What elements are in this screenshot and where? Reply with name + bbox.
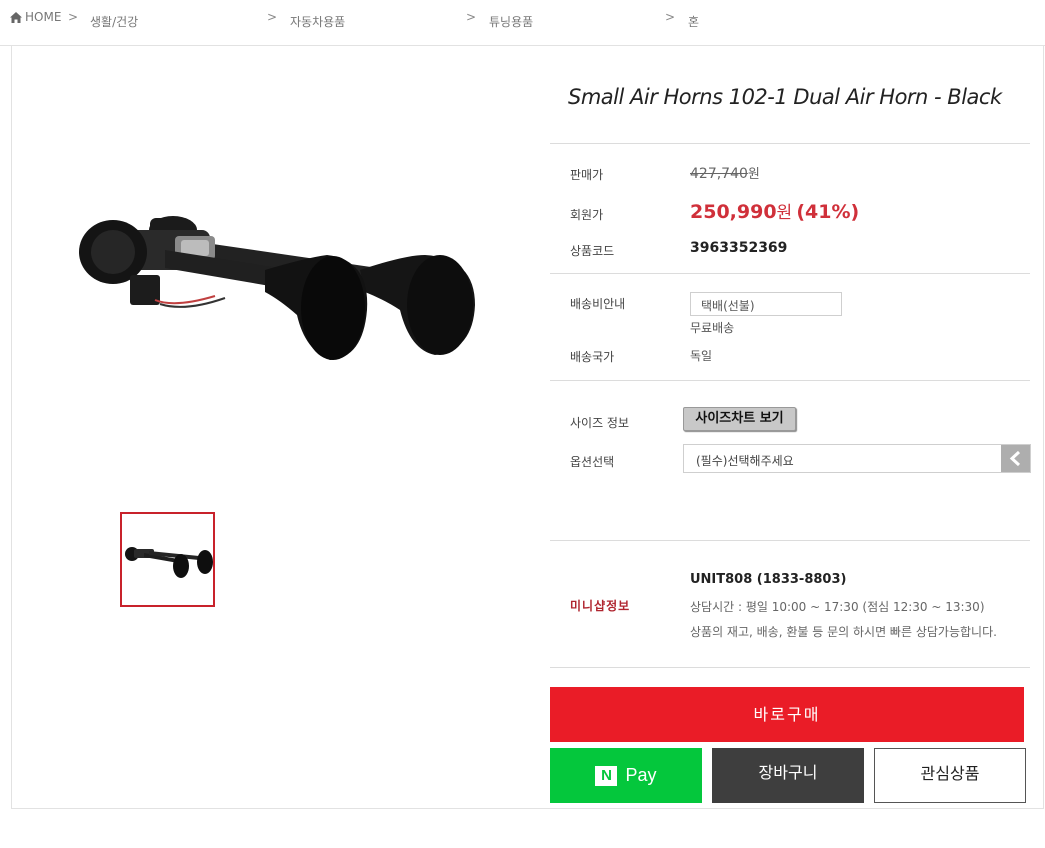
option-select-value: (필수)선택해주세요 [696,454,794,468]
home-icon [10,11,22,23]
divider [550,143,1030,144]
product-title: Small Air Horns 102-1 Dual Air Horn - Bl… [568,85,1002,109]
breadcrumb-item-auto[interactable]: 자동차용품 [290,13,345,30]
option-select[interactable]: (필수)선택해주세요 [683,444,1031,473]
shipping-country-label: 배송국가 [570,350,615,364]
member-price-unit: 원 [776,203,793,223]
breadcrumb-home-label: HOME [25,10,62,24]
shipping-method-select[interactable]: 택배(선불) [690,292,842,316]
breadcrumb-separator: > [665,10,676,24]
naver-logo-icon: N [595,765,618,786]
mini-shop-name: UNIT808 (1833-8803) [690,572,847,587]
breadcrumb-separator: > [267,10,278,24]
breadcrumb-separator: > [466,10,477,24]
product-code: 3963352369 [690,240,788,256]
size-chart-button[interactable]: 사이즈차트 보기 [683,407,796,431]
option-select-label: 옵션선택 [570,455,615,469]
naver-pay-button[interactable]: N Pay [550,748,702,803]
sale-price-label: 판매가 [570,168,604,182]
original-price-unit: 원 [747,167,760,182]
thumbnail-image [125,547,213,578]
chevron-left-icon [1009,451,1021,466]
buy-now-button[interactable]: 바로구매 [550,687,1024,742]
product-code-label: 상품코드 [570,244,615,258]
option-select-toggle[interactable] [1001,445,1030,472]
shipping-fee-text: 무료배송 [690,321,735,335]
breadcrumb-separator: > [68,10,79,24]
divider [550,380,1030,381]
breadcrumb-item-tuning[interactable]: 튜닝용품 [489,13,533,30]
product-thumbnail[interactable] [120,512,215,607]
mini-shop-label: 미니샵정보 [570,599,631,613]
discount-rate: (41%) [796,201,860,223]
shipping-country: 독일 [690,349,713,363]
naver-pay-label: Pay [625,765,657,785]
mini-shop-note: 상품의 재고, 배송, 환불 등 문의 하시면 빠른 상담가능합니다. [690,625,997,639]
add-to-cart-button[interactable]: 장바구니 [712,748,864,803]
original-price: 427,740 [690,166,748,182]
breadcrumb-home[interactable]: HOME [10,10,61,24]
sale-price: 427,740원 [690,163,760,182]
divider [550,273,1030,274]
mini-shop-hours: 상담시간 : 평일 10:00 ~ 17:30 (점심 12:30 ~ 13:3… [690,600,985,614]
divider [550,540,1030,541]
member-price: 250,990원 (41%) [690,198,859,223]
shipping-fee-label: 배송비안내 [570,297,626,311]
size-info-label: 사이즈 정보 [570,416,630,430]
member-price-label: 회원가 [570,208,604,222]
breadcrumb-item-horn[interactable]: 혼 [688,13,699,30]
product-image [79,216,475,360]
wishlist-button[interactable]: 관심상품 [874,748,1026,803]
breadcrumb: HOME > 생활/건강 > 자동차용품 > 튜닝용품 > 혼 [0,0,1045,46]
member-price-value: 250,990 [690,201,777,223]
divider [550,667,1030,668]
breadcrumb-item-health[interactable]: 생활/건강 [90,13,138,30]
